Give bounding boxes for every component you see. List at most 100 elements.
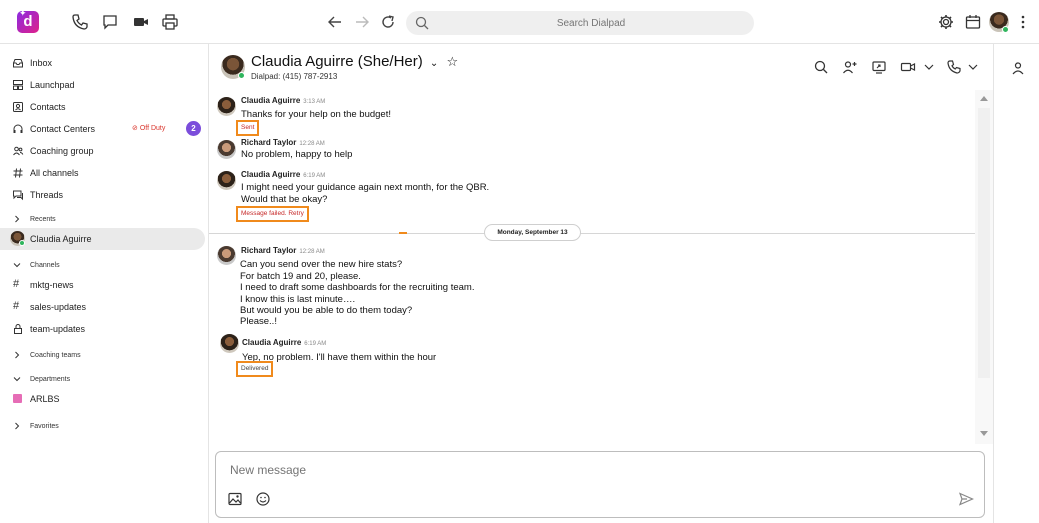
- scrollbar-thumb[interactable]: [978, 108, 990, 378]
- message-avatar[interactable]: [217, 246, 236, 265]
- message-text: I might need your guidance again next mo…: [241, 182, 490, 193]
- section-label: Recents: [30, 216, 56, 223]
- message-text: But would you be able to do them today?: [240, 305, 413, 316]
- department-item-arlbs[interactable]: ARLBS: [0, 388, 209, 410]
- search-conversation-icon[interactable]: [813, 59, 829, 75]
- phone-call-icon[interactable]: [946, 59, 962, 75]
- message-avatar[interactable]: [217, 171, 236, 190]
- sidebar-item-inbox[interactable]: Inbox: [0, 52, 209, 74]
- message-sender: Claudia Aguirre 6:19 AM: [242, 338, 326, 347]
- image-attach-icon[interactable]: [227, 491, 243, 507]
- channel-label: team-updates: [30, 324, 86, 334]
- channel-item-mktg-news[interactable]: # mktg-news: [0, 274, 209, 296]
- chevron-down-icon[interactable]: [965, 59, 981, 75]
- contact-name: Claudia Aguirre (She/Her): [251, 53, 423, 70]
- message-scrollbar[interactable]: [975, 90, 993, 444]
- hash-icon: #: [13, 300, 20, 312]
- settings-icon[interactable]: [936, 12, 956, 32]
- forward-arrow-icon[interactable]: [352, 12, 372, 32]
- message-avatar[interactable]: [217, 140, 236, 159]
- kebab-menu-icon[interactable]: [1013, 12, 1033, 32]
- sidebar-item-label: Coaching group: [30, 146, 94, 156]
- sidebar-item-label: All channels: [30, 168, 79, 178]
- print-icon[interactable]: [160, 12, 180, 32]
- message-time: 6:19 AM: [303, 173, 326, 179]
- video-icon[interactable]: [131, 12, 151, 32]
- chevron-right-icon: [13, 215, 21, 223]
- off-duty-label: Off Duty: [139, 125, 166, 132]
- search-input[interactable]: [436, 11, 746, 35]
- refresh-icon[interactable]: [378, 12, 398, 32]
- back-arrow-icon[interactable]: [325, 12, 345, 32]
- scroll-up-arrow-icon[interactable]: [980, 96, 988, 101]
- department-label: ARLBS: [30, 394, 60, 404]
- unread-marker: [399, 232, 407, 234]
- right-rail: [993, 44, 1039, 523]
- sidebar-item-contacts[interactable]: Contacts: [0, 96, 209, 118]
- message-text: I need to draft some dashboards for the …: [240, 282, 475, 293]
- message-avatar[interactable]: [220, 334, 239, 353]
- presence-dot: [1002, 26, 1009, 33]
- conversation-header: Claudia Aguirre (She/Her) ⌄ ☆ Dialpad: (…: [209, 44, 993, 90]
- send-icon[interactable]: [958, 491, 974, 507]
- video-call-icon[interactable]: [900, 59, 916, 75]
- contact-name-button[interactable]: Claudia Aguirre (She/Her) ⌄ ☆: [251, 53, 458, 70]
- inbox-icon: [12, 57, 24, 69]
- section-label: Channels: [30, 262, 60, 269]
- chat-icon[interactable]: [100, 12, 120, 32]
- sender-name: Claudia Aguirre: [242, 338, 302, 347]
- lock-icon: [12, 323, 24, 335]
- channel-label: mktg-news: [30, 280, 74, 290]
- department-color-swatch: [13, 394, 22, 403]
- section-departments[interactable]: Departments: [0, 372, 209, 388]
- hash-icon: #: [13, 278, 20, 290]
- top-bar: ✦ d: [0, 0, 1039, 44]
- sidebar-item-label: Inbox: [30, 58, 53, 68]
- message-text: For batch 19 and 20, please.: [240, 271, 361, 282]
- recent-item-claudia-aguirre[interactable]: Claudia Aguirre: [0, 228, 205, 250]
- sidebar-item-contact-centers[interactable]: Contact Centers ⊘ Off Duty 2: [0, 118, 209, 140]
- star-icon[interactable]: ☆: [446, 54, 458, 69]
- add-person-icon[interactable]: [842, 59, 858, 75]
- emoji-icon[interactable]: [255, 491, 271, 507]
- sidebar-item-label: Contact Centers: [30, 124, 96, 134]
- search-bar[interactable]: [406, 11, 754, 35]
- sidebar-item-label: Contacts: [30, 102, 66, 112]
- message-avatar[interactable]: [217, 97, 236, 116]
- dialpad-logo[interactable]: ✦ d: [17, 9, 39, 33]
- message-list[interactable]: Claudia Aguirre 3:13 AM Thanks for your h…: [209, 90, 975, 444]
- chevron-down-icon[interactable]: [921, 59, 937, 75]
- contact-details-icon[interactable]: [1011, 61, 1025, 75]
- date-divider: Monday, September 13: [484, 224, 581, 241]
- sidebar-item-coaching-group[interactable]: Coaching group: [0, 140, 209, 162]
- headset-icon: [12, 123, 24, 135]
- section-recents[interactable]: Recents: [0, 212, 209, 228]
- presence-dot: [19, 240, 25, 246]
- sender-name: Claudia Aguirre: [241, 96, 301, 105]
- chevron-down-icon: [13, 261, 21, 269]
- message-time: 6:19 AM: [304, 341, 327, 347]
- phone-icon[interactable]: [70, 12, 90, 32]
- section-label: Coaching teams: [30, 352, 81, 359]
- channel-item-sales-updates[interactable]: # sales-updates: [0, 296, 209, 318]
- message-text: Would that be okay?: [241, 194, 328, 205]
- screen-share-icon[interactable]: [871, 59, 887, 75]
- date-divider-line: [209, 233, 975, 234]
- channel-label: sales-updates: [30, 302, 87, 312]
- calendar-icon[interactable]: [963, 12, 983, 32]
- unread-count-badge: 2: [186, 121, 201, 136]
- sidebar-item-all-channels[interactable]: All channels: [0, 162, 209, 184]
- message-status-failed-retry[interactable]: Message failed. Retry: [236, 206, 309, 222]
- off-duty-status[interactable]: ⊘ Off Duty: [132, 124, 165, 132]
- scroll-down-arrow-icon[interactable]: [980, 431, 988, 436]
- channel-item-team-updates[interactable]: team-updates: [0, 318, 209, 340]
- sender-name: Richard Taylor: [241, 246, 297, 255]
- section-favorites[interactable]: Favorites: [0, 419, 209, 435]
- sidebar-item-launchpad[interactable]: Launchpad: [0, 74, 209, 96]
- sidebar-item-threads[interactable]: Threads: [0, 184, 209, 206]
- section-channels[interactable]: Channels: [0, 258, 209, 274]
- chevron-right-icon: [13, 422, 21, 430]
- message-input[interactable]: [230, 461, 830, 479]
- section-coaching-teams[interactable]: Coaching teams: [0, 348, 209, 364]
- message-text: I know this is last minute….: [240, 294, 356, 305]
